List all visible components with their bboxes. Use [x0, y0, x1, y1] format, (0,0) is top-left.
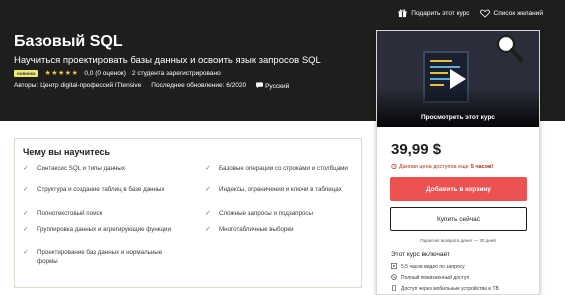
checkmark-icon: ✓: [23, 249, 29, 256]
gift-icon: [398, 9, 407, 18]
learn-item-text: Группировка данных и агрегирующие функци…: [37, 226, 171, 233]
includes-title: Этот курс включает: [391, 251, 450, 258]
new-badge: новинка: [14, 69, 39, 77]
learn-item-text: Проектирование баз данных и нормальные ф…: [37, 249, 163, 265]
checkmark-icon: ✓: [205, 210, 211, 217]
play-icon[interactable]: [442, 65, 470, 93]
gift-course-button[interactable]: Подарить этот курс: [398, 9, 470, 18]
course-language: Русский: [256, 82, 289, 90]
includes-item: 5,5 часов видео по запросу: [391, 263, 465, 271]
course-authors[interactable]: Авторы: Центр digital-профессий ITtensiv…: [14, 82, 141, 90]
checkmark-icon: ✓: [205, 226, 211, 233]
course-title: Базовый SQL: [14, 33, 123, 50]
checkmark-icon: ✓: [23, 165, 29, 172]
learn-item-text: Индексы, ограничения и ключи в таблицах: [219, 186, 342, 193]
timer-text: Данная цена доступна еще: [399, 164, 469, 170]
learn-item: ✓ Сложные запросы и подзапросы: [205, 210, 353, 219]
rating-row: новинка ★★★★★ 0,0 (0 оценок) 2 студента …: [14, 69, 221, 77]
includes-text: Полный пожизненный доступ: [401, 275, 470, 281]
learn-item-text: Базовые операции со строками и столбцами: [219, 165, 348, 172]
purchase-sidebar: Просмотреть этот курс 39,99 $ Данная цен…: [376, 30, 540, 295]
language-label: Русский: [265, 82, 290, 90]
learn-item: ✓ Структура и создание таблиц в базе дан…: [23, 186, 171, 195]
mobile-icon: [391, 285, 397, 293]
includes-item: Доступ через мобильные устройства и ТВ: [391, 285, 499, 293]
learn-item: ✓ Индексы, ограничения и ключи в таблица…: [205, 186, 353, 195]
students-count: 2 студента зарегистрировано: [131, 69, 221, 77]
preview-label: Просмотреть этот курс: [420, 114, 496, 121]
course-preview-video[interactable]: Просмотреть этот курс: [377, 31, 539, 127]
gift-course-label: Подарить этот курс: [411, 10, 470, 17]
learn-item-text: Синтаксис SQL и типы данных: [37, 165, 125, 172]
learn-item-text: Структура и создание таблиц в базе данны…: [37, 186, 165, 193]
learn-item-text: Многотабличные выборки: [219, 226, 294, 233]
learn-item-text: Полнотекстовый поиск: [37, 210, 103, 217]
learn-item: ✓ Проектирование баз данных и нормальные…: [23, 249, 171, 266]
meta-row: Авторы: Центр digital-профессий ITtensiv…: [14, 82, 289, 90]
checkmark-icon: ✓: [205, 165, 211, 172]
learn-item: ✓ Полнотекстовый поиск: [23, 210, 171, 219]
money-back-guarantee: Гарантия возврата денег — 30 дней: [420, 238, 496, 243]
learn-item: ✓ Группировка данных и агрегирующие функ…: [23, 226, 171, 235]
includes-text: 5,5 часов видео по запросу: [401, 264, 465, 270]
checkmark-icon: ✓: [23, 226, 29, 233]
learn-item: ✓ Многотабличные выборки: [205, 226, 353, 235]
add-to-cart-button[interactable]: Добавить в корзину: [390, 177, 527, 201]
magnifier-icon: [494, 33, 524, 63]
course-price: 39,99 $: [391, 141, 442, 158]
what-you-will-learn: Чему вы научитесь ✓ Синтаксис SQL и типы…: [14, 138, 362, 288]
rating-stars-icon: ★★★★★: [44, 70, 79, 77]
learn-item: ✓ Синтаксис SQL и типы данных: [23, 165, 171, 174]
timer-value: 5 часов!: [470, 164, 494, 170]
wishlist-label: Список желаний: [493, 10, 543, 17]
wishlist-button[interactable]: Список желаний: [479, 9, 543, 18]
learn-title: Чему вы научитесь: [23, 147, 111, 157]
alarm-clock-icon: [391, 163, 397, 171]
learn-item-text: Сложные запросы и подзапросы: [219, 210, 313, 217]
rating-text[interactable]: 0,0 (0 оценок): [84, 70, 126, 77]
course-subtitle: Научиться проектировать базы данных и ос…: [14, 55, 321, 66]
checkmark-icon: ✓: [23, 186, 29, 193]
includes-text: Доступ через мобильные устройства и ТВ: [401, 286, 499, 292]
checkmark-icon: ✓: [23, 210, 29, 217]
learn-item: ✓ Базовые операции со строками и столбца…: [205, 165, 353, 174]
video-icon: [391, 263, 397, 271]
speech-bubble-icon: [256, 82, 264, 90]
last-updated: Последнее обновление: 6/2020: [151, 82, 247, 89]
header-actions: Подарить этот курс Список желаний: [398, 9, 543, 18]
includes-item: Полный пожизненный доступ: [391, 274, 469, 282]
infinity-icon: [391, 274, 397, 282]
checkmark-icon: ✓: [205, 186, 211, 193]
heart-icon: [479, 9, 490, 18]
buy-now-button[interactable]: Купить сейчас: [390, 207, 527, 231]
price-timer: Данная цена доступна еще 5 часов!: [391, 163, 493, 171]
